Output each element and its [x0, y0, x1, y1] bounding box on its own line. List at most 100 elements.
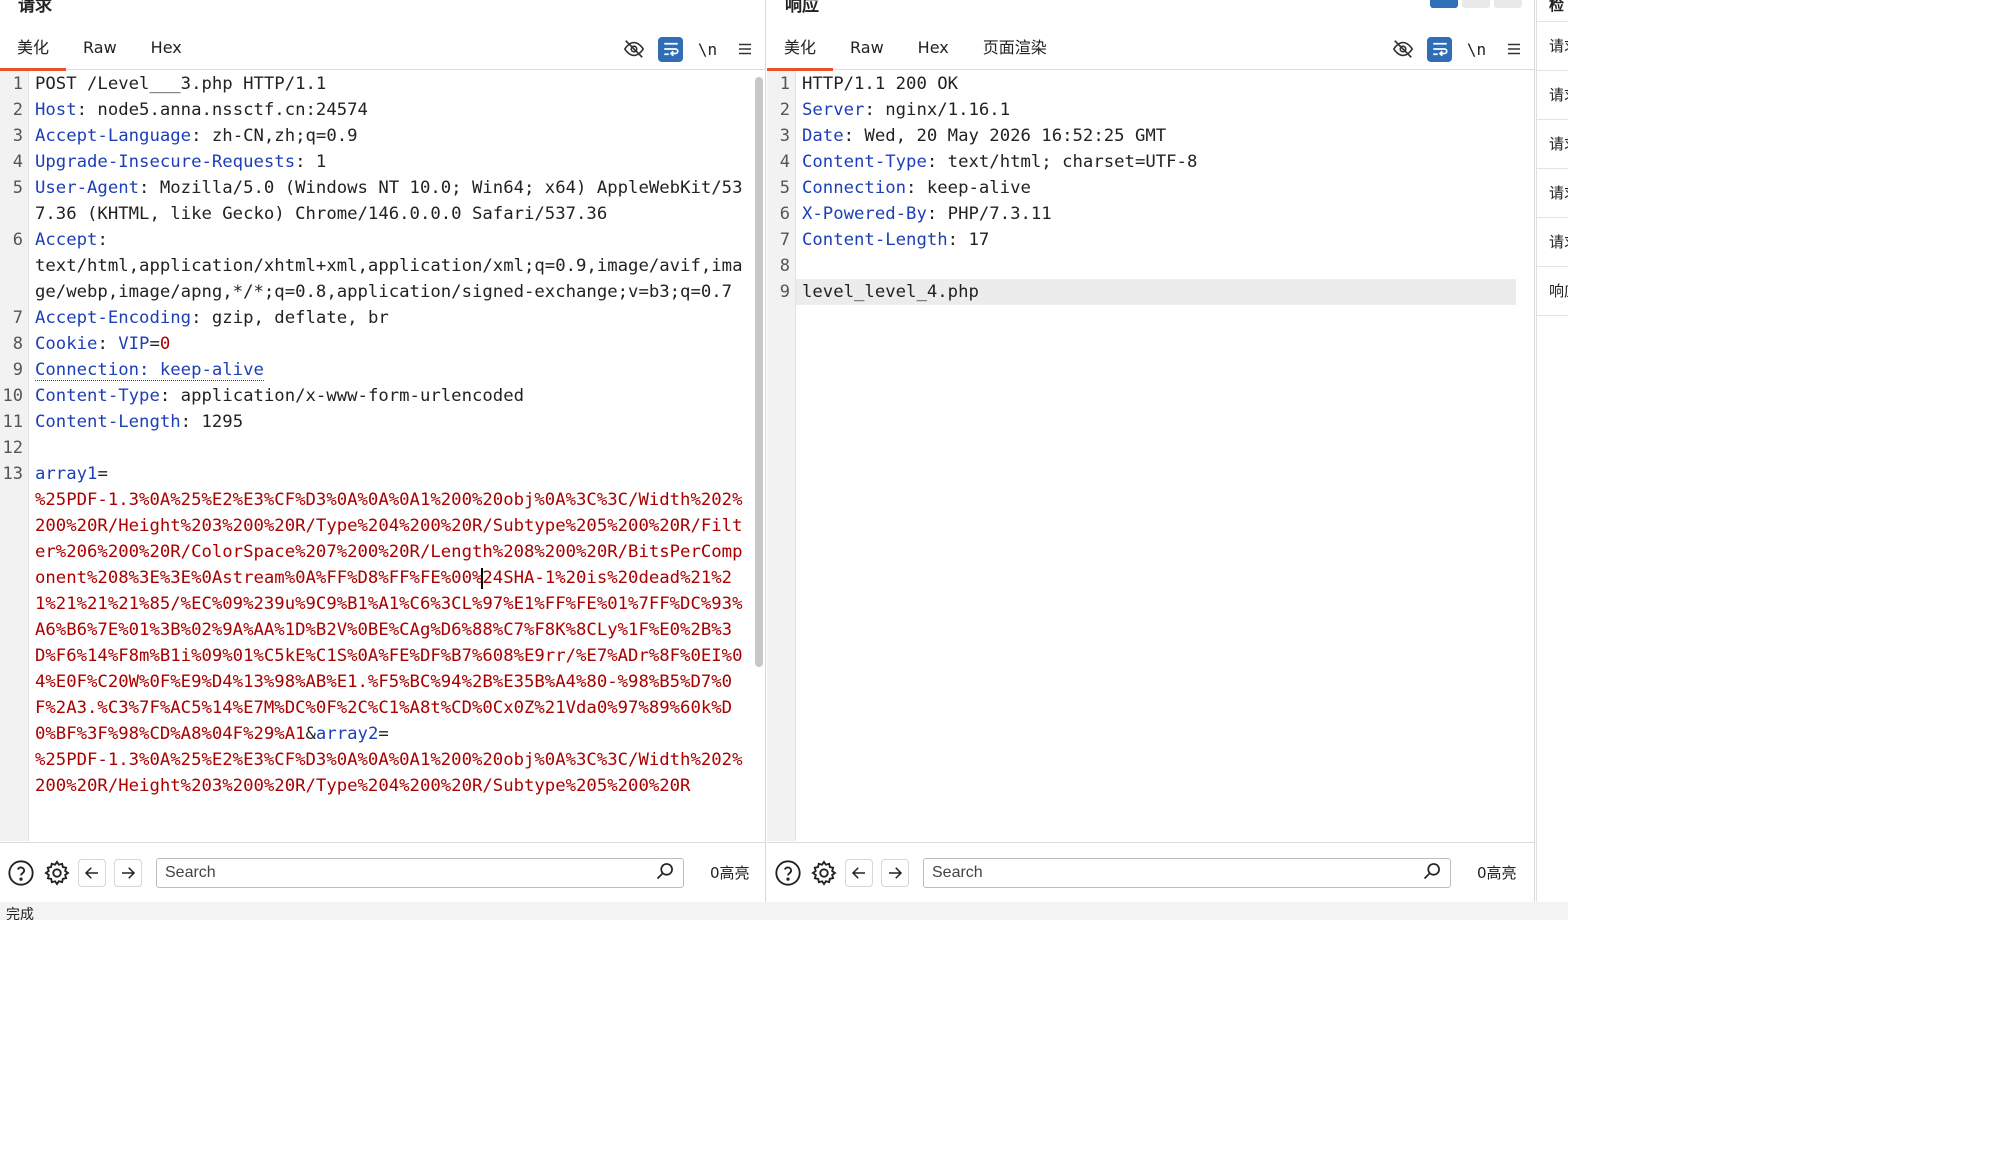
- eye-off-icon[interactable]: [1390, 37, 1415, 62]
- header-value: : Wed, 20 May 2026 16:52:25 GMT: [843, 126, 1167, 146]
- code-line: 5 Connection: keep-alive: [767, 175, 1534, 201]
- arrow-right-icon[interactable]: [114, 858, 142, 887]
- code-line: 9 Connection: keep-alive: [0, 357, 765, 383]
- header-value: : keep-alive: [906, 178, 1031, 198]
- inspector-title: 检: [1537, 0, 1568, 22]
- tab-render[interactable]: 页面渲染: [966, 28, 1064, 70]
- code-text: Accept-Encoding: gzip, deflate, br: [29, 305, 751, 331]
- newline-label: \n: [697, 39, 718, 59]
- header-key: Host: [35, 100, 77, 120]
- header-value: =: [97, 464, 108, 484]
- inspector-item[interactable]: 请求: [1537, 120, 1568, 169]
- newline-toggle-icon[interactable]: \n: [1464, 37, 1489, 62]
- code-line: 12 ​: [0, 435, 765, 461]
- header-value: =: [149, 334, 160, 354]
- header-value: : Mozilla/5.0 (Windows NT 10.0; Win64; x…: [35, 178, 743, 224]
- request-search-box: [156, 857, 684, 888]
- response-search-input[interactable]: [932, 863, 1422, 882]
- code-line: 4 Upgrade-Insecure-Requests: 1: [0, 149, 765, 175]
- code-text: HTTP/1.1 200 OK: [796, 71, 1516, 97]
- menu-icon[interactable]: [1501, 37, 1526, 62]
- request-editor[interactable]: 1 POST /Level___3.php HTTP/1.1 2 Host: node…: [0, 71, 765, 841]
- layout-side-by-side-button[interactable]: [1430, 0, 1458, 8]
- search-icon[interactable]: [1422, 861, 1442, 885]
- code-text: Content-Length: 17: [796, 227, 1516, 253]
- response-title: 响应: [785, 0, 819, 16]
- header-key: Content-Length: [35, 412, 181, 432]
- tab-raw[interactable]: Raw: [66, 28, 134, 70]
- header-value: : 1295: [180, 412, 244, 432]
- line-number: 4: [12, 152, 23, 172]
- tab-raw[interactable]: Raw: [833, 28, 901, 70]
- tab-pretty[interactable]: 美化: [767, 28, 834, 71]
- code-text: level_level_4.php: [796, 279, 1516, 305]
- response-search-box: [923, 857, 1451, 888]
- code-line: 8 Cookie: VIP=0: [0, 331, 765, 357]
- code-text: ​: [29, 435, 751, 461]
- code-text: array1= %25PDF-1.3%0A%25%E2%E3%CF%D3%0A%…: [29, 461, 751, 799]
- response-tabbar: 美化 Raw Hex 页面渲染 \n: [767, 28, 1534, 71]
- header-key: X-Powered-By: [802, 204, 927, 224]
- highlight-count: 0高亮: [1477, 864, 1517, 882]
- inspector-item[interactable]: 请求: [1537, 218, 1568, 267]
- newline-toggle-icon[interactable]: \n: [695, 37, 720, 62]
- header-value: POST /Level___3.php HTTP/1.1: [35, 74, 327, 94]
- header-key: Date: [802, 126, 844, 146]
- line-number: 4: [779, 152, 790, 172]
- tab-hex[interactable]: Hex: [134, 28, 199, 70]
- response-tabs: 美化 Raw Hex 页面渲染: [767, 28, 1064, 71]
- header-value: :: [97, 334, 119, 354]
- header-value: : gzip, deflate, br: [191, 308, 389, 328]
- code-line: 6 Accept: text/html,application/xhtml+xml…: [0, 227, 765, 305]
- code-line: 10 Content-Type: application/x-www-form-u…: [0, 383, 765, 409]
- arrow-left-icon[interactable]: [845, 858, 873, 887]
- line-number: 2: [779, 100, 790, 120]
- line-number: 8: [779, 256, 790, 276]
- code-line: 2 Host: node5.anna.nssctf.cn:24574: [0, 97, 765, 123]
- highlight-count: 0高亮: [710, 864, 750, 882]
- response-editor[interactable]: 1 HTTP/1.1 200 OK 2 Server: nginx/1.16.1 3 Da…: [767, 71, 1534, 841]
- layout-stacked-button[interactable]: [1462, 0, 1490, 8]
- code-text: Server: nginx/1.16.1: [796, 97, 1516, 123]
- status-bar: 完成: [0, 902, 1568, 920]
- request-tabs: 美化 Raw Hex: [0, 28, 199, 71]
- wrap-lines-icon[interactable]: [658, 36, 683, 62]
- inspector-item[interactable]: 请求: [1537, 169, 1568, 218]
- inspector-item[interactable]: 请求: [1537, 71, 1568, 120]
- menu-icon[interactable]: [732, 37, 757, 62]
- header-key: Accept-Language: [35, 126, 192, 146]
- request-search-input[interactable]: [165, 863, 655, 882]
- help-icon[interactable]: [6, 858, 36, 888]
- code-text: Connection: keep-alive: [29, 357, 751, 383]
- line-number: 11: [2, 412, 23, 432]
- arrow-right-icon[interactable]: [881, 858, 909, 887]
- tab-hex[interactable]: Hex: [901, 28, 966, 70]
- header-key: Accept: [35, 230, 98, 250]
- tab-pretty[interactable]: 美化: [0, 28, 67, 71]
- wrap-lines-icon[interactable]: [1427, 36, 1452, 62]
- search-icon[interactable]: [655, 861, 675, 885]
- layout-single-button[interactable]: [1494, 0, 1522, 8]
- help-icon[interactable]: [773, 858, 803, 888]
- line-number: 7: [779, 230, 790, 250]
- code-text: X-Powered-By: PHP/7.3.11: [796, 201, 1516, 227]
- header-key: User-Agent: [35, 178, 140, 198]
- code-line: 6 X-Powered-By: PHP/7.3.11: [767, 201, 1534, 227]
- code-text: Accept-Language: zh-CN,zh;q=0.9: [29, 123, 751, 149]
- request-scrollbar[interactable]: [755, 71, 763, 841]
- gear-icon[interactable]: [42, 858, 72, 888]
- line-number: 6: [12, 230, 23, 250]
- request-title: 请求: [18, 0, 52, 16]
- header-key: Connection: keep-alive: [35, 360, 264, 381]
- inspector-item[interactable]: 响应: [1537, 267, 1568, 316]
- line-number: 3: [12, 126, 23, 146]
- inspector-item[interactable]: 请求: [1537, 22, 1568, 71]
- gear-icon[interactable]: [809, 858, 839, 888]
- header-key: Connection: [802, 178, 907, 198]
- scroll-thumb[interactable]: [755, 77, 763, 667]
- line-number: 3: [779, 126, 790, 146]
- eye-off-icon[interactable]: [621, 37, 646, 62]
- arrow-left-icon[interactable]: [78, 858, 106, 887]
- request-tabbar: 美化 Raw Hex \n: [0, 28, 765, 71]
- header-value: : text/html; charset=UTF-8: [926, 152, 1198, 172]
